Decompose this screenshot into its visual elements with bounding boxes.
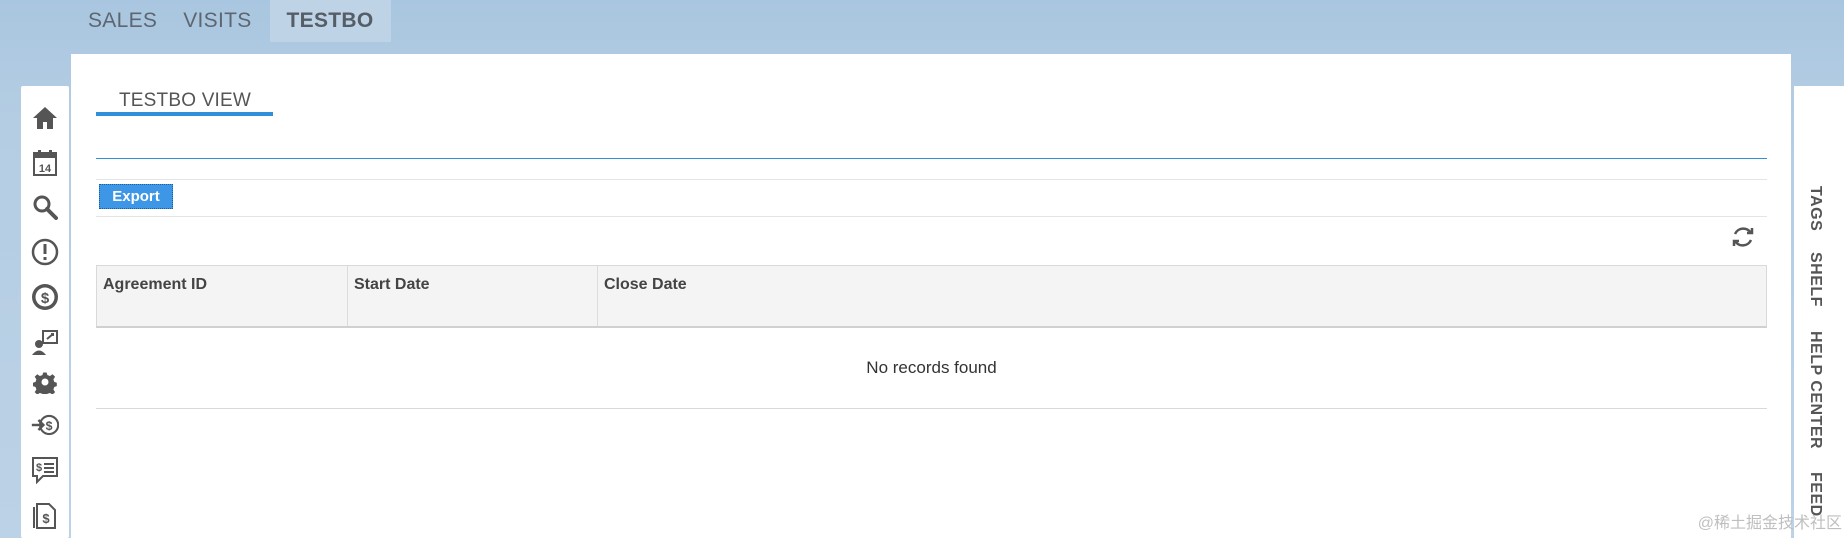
column-start-date[interactable]: Start Date xyxy=(348,266,598,326)
column-agreement-id[interactable]: Agreement ID xyxy=(97,266,348,326)
tab-visits[interactable]: VISITS xyxy=(170,0,264,42)
gear-icon[interactable] xyxy=(31,368,59,396)
grid-header: Agreement ID Start Date Close Date xyxy=(96,265,1767,328)
records-grid: Agreement ID Start Date Close Date No re… xyxy=(96,265,1767,409)
tab-divider xyxy=(96,158,1767,159)
right-tab-tags[interactable]: TAGS xyxy=(1806,186,1824,231)
alert-icon[interactable] xyxy=(31,238,59,266)
dollar-document-icon[interactable]: $ xyxy=(31,501,59,529)
top-nav: SALES VISITS TESTBO xyxy=(75,0,391,42)
calendar-day: 14 xyxy=(39,163,52,175)
right-sidebar: TAGS SHELF HELP CENTER FEED xyxy=(1794,86,1844,538)
left-sidebar: 14 $ $ $ $ xyxy=(21,86,69,538)
right-tab-help-center[interactable]: HELP CENTER xyxy=(1806,331,1824,449)
export-button[interactable]: Export xyxy=(99,184,173,209)
user-exchange-icon[interactable] xyxy=(31,328,59,356)
tab-testbo-view-label: TESTBO VIEW xyxy=(119,90,252,111)
right-tab-shelf[interactable]: SHELF xyxy=(1806,252,1824,307)
tab-testbo-view[interactable]: TESTBO VIEW xyxy=(96,72,273,116)
svg-text:$: $ xyxy=(36,462,42,474)
tab-sales[interactable]: SALES xyxy=(75,0,170,42)
empty-message: No records found xyxy=(866,358,997,377)
svg-text:$: $ xyxy=(46,419,53,433)
calendar-icon[interactable]: 14 xyxy=(31,149,59,177)
dollar-arrow-icon[interactable]: $ xyxy=(31,411,59,439)
watermark: @稀土掘金技术社区 xyxy=(1697,515,1842,532)
home-icon[interactable] xyxy=(31,104,59,132)
refresh-icon[interactable] xyxy=(1730,224,1756,250)
dollar-chat-icon[interactable]: $ xyxy=(31,456,59,484)
search-icon[interactable] xyxy=(31,193,59,221)
main-panel: TESTBO VIEW Export Agreement ID Start Da… xyxy=(71,54,1791,538)
grid-empty-body: No records found xyxy=(96,328,1767,409)
svg-text:$: $ xyxy=(41,290,50,307)
dollar-coin-icon[interactable]: $ xyxy=(31,283,59,311)
active-tab-indicator xyxy=(96,112,273,116)
toolbar: Export xyxy=(96,179,1767,217)
column-close-date[interactable]: Close Date xyxy=(598,266,1766,326)
tab-testbo[interactable]: TESTBO xyxy=(269,0,391,42)
svg-text:$: $ xyxy=(42,511,50,526)
